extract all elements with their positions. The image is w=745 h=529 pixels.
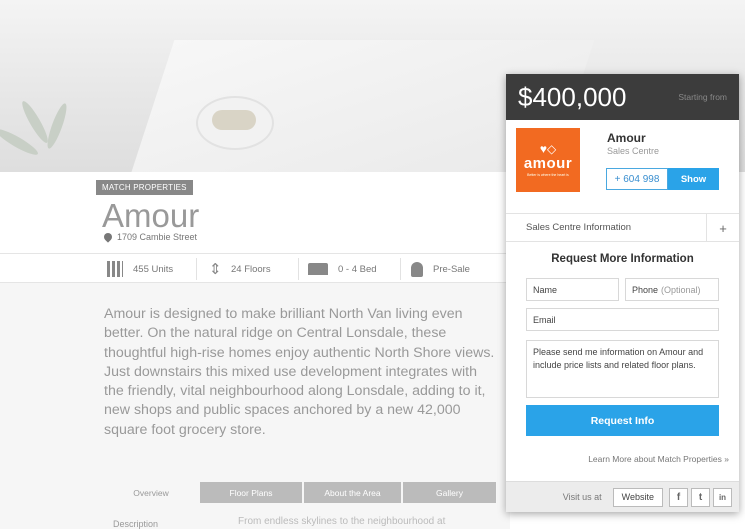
name-placeholder: Name xyxy=(533,284,558,295)
stat-floors: ⇕ 24 Floors xyxy=(209,254,271,284)
logo-tagline: Better is where the heart is xyxy=(527,173,569,177)
message-textarea[interactable]: Please send me information on Amour and … xyxy=(526,340,719,398)
website-button[interactable]: Website xyxy=(612,487,663,507)
stats-bar: 455 Units ⇕ 24 Floors 0 - 4 Bed Pre-Sale xyxy=(0,253,510,283)
learn-more-link[interactable]: Learn More about Match Properties » xyxy=(588,454,729,464)
divider xyxy=(298,258,299,280)
expand-plus-icon[interactable]: + xyxy=(706,214,739,242)
divider xyxy=(400,258,401,280)
linkedin-icon[interactable]: in xyxy=(713,487,732,507)
inquiry-panel: $400,000 Starting from ♥◇ amour Better i… xyxy=(506,74,739,512)
price-bar: $400,000 Starting from xyxy=(506,74,739,120)
show-phone-button[interactable]: Show xyxy=(668,168,719,190)
tab-gallery[interactable]: Gallery xyxy=(403,482,496,503)
page-title: Amour xyxy=(102,197,200,234)
address: 1709 Cambie Street xyxy=(102,231,198,243)
phone-number: + 604 998 xyxy=(606,168,668,190)
builder-name: Amour xyxy=(607,131,646,145)
height-icon: ⇕ xyxy=(209,261,222,278)
phone-field[interactable]: Phone (Optional) xyxy=(625,278,719,301)
listing-description: Amour is designed to make brilliant Nort… xyxy=(104,306,495,438)
form-title: Request More Information xyxy=(551,253,694,265)
price-caption: Starting from xyxy=(678,92,727,102)
stat-bedrooms: 0 - 4 Bed xyxy=(308,254,377,284)
tab-about-area[interactable]: About the Area xyxy=(304,482,401,503)
hero-leaf-shape xyxy=(18,98,52,146)
stat-label: Pre-Sale xyxy=(433,263,470,275)
section-text: From endless skylines to the neighbourho… xyxy=(238,516,446,527)
heart-logo-icon: ♥◇ xyxy=(539,142,557,156)
person-icon xyxy=(411,261,423,277)
request-info-button[interactable]: Request Info xyxy=(526,405,719,436)
visit-label: Visit us at xyxy=(562,492,602,502)
stat-units: 455 Units xyxy=(107,254,173,284)
address-text: 1709 Cambie Street xyxy=(117,232,198,242)
phone-group: + 604 998 Show xyxy=(606,168,719,190)
hero-leaf-shape xyxy=(44,101,70,151)
section-label: Description xyxy=(113,519,159,529)
location-pin-icon xyxy=(102,231,114,243)
divider xyxy=(196,258,197,280)
builder-subtitle: Sales Centre xyxy=(607,146,660,156)
listing-tabs: Overview Floor Plans About the Area Gall… xyxy=(104,482,496,504)
building-icon xyxy=(107,261,123,277)
tab-floor-plans[interactable]: Floor Plans xyxy=(200,482,302,503)
logo-wordmark: amour xyxy=(523,155,573,172)
builder-logo[interactable]: ♥◇ amour Better is where the heart is xyxy=(516,128,580,192)
price: $400,000 xyxy=(518,81,627,112)
stat-label: 24 Floors xyxy=(231,263,271,275)
name-field[interactable]: Name xyxy=(526,278,619,301)
developer-tag[interactable]: MATCH PROPERTIES xyxy=(96,180,193,195)
stat-label: 0 - 4 Bed xyxy=(338,263,377,275)
twitter-icon[interactable]: t xyxy=(691,487,710,507)
optional-hint: (Optional) xyxy=(661,284,701,295)
tab-overview[interactable]: Overview xyxy=(104,482,198,503)
hero-food-shape xyxy=(212,110,256,130)
email-field[interactable]: Email xyxy=(526,308,719,331)
builder-card: ♥◇ amour Better is where the heart is Am… xyxy=(506,120,739,214)
email-placeholder: Email xyxy=(533,314,556,325)
accordion-label: Sales Centre Information xyxy=(526,222,632,233)
stat-status: Pre-Sale xyxy=(411,254,470,284)
panel-footer: Visit us at Website f t in xyxy=(506,481,739,512)
sales-centre-accordion[interactable]: Sales Centre Information + xyxy=(506,214,739,242)
stat-label: 455 Units xyxy=(133,263,174,275)
bed-icon xyxy=(308,263,328,275)
phone-placeholder: Phone xyxy=(632,284,659,295)
facebook-icon[interactable]: f xyxy=(669,487,688,507)
